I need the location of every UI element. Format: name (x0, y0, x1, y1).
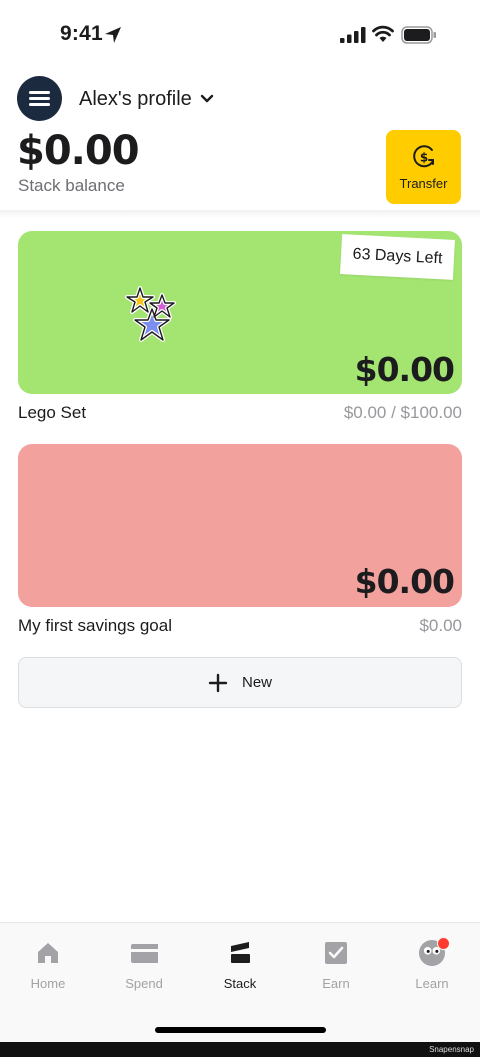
watermark: Snapensnap (429, 1045, 474, 1054)
tab-label: Spend (125, 976, 163, 991)
card-icon (131, 944, 158, 963)
hamburger-icon-line (29, 97, 50, 100)
tab-bar: Home Spend Stack Earn Learn (0, 922, 480, 1042)
cellular-signal-icon (340, 27, 366, 43)
tab-label: Stack (223, 976, 257, 991)
goal-name: Lego Set (18, 403, 87, 422)
tab-earn[interactable]: Earn (288, 941, 384, 1001)
tab-label: Home (30, 976, 66, 991)
plus-icon (208, 673, 228, 692)
stack-balance-label: Stack balance (18, 176, 125, 195)
transfer-button[interactable]: $ Transfer (386, 130, 461, 204)
stack-balance-amount: $0.00 (17, 128, 140, 174)
hamburger-icon-line (29, 91, 50, 94)
chevron-down-icon (200, 94, 213, 103)
tab-label: Earn (322, 976, 350, 991)
tab-learn[interactable]: Learn (384, 940, 480, 1001)
battery-icon (401, 26, 436, 44)
transfer-dollar-icon: $ (413, 145, 434, 168)
goal-progress: $0.00 (419, 616, 462, 635)
new-goal-label: New (241, 674, 272, 691)
home-indicator[interactable] (155, 1027, 326, 1033)
goal-name: My first savings goal (18, 616, 172, 635)
header-divider (0, 210, 480, 218)
profile-name: Alex's profile (79, 87, 192, 110)
svg-text:$: $ (420, 151, 428, 165)
tab-stack[interactable]: Stack (192, 941, 288, 1001)
profile-switcher[interactable]: Alex's profile (79, 85, 214, 113)
bottom-strip (0, 1042, 480, 1057)
notification-badge (437, 937, 450, 950)
menu-button[interactable] (17, 76, 62, 121)
location-arrow-icon (105, 27, 121, 43)
tab-label: Learn (415, 976, 449, 991)
transfer-label: Transfer (399, 176, 448, 191)
home-icon (38, 943, 58, 963)
hamburger-icon-line (29, 103, 50, 106)
goal-amount: $0.00 (354, 350, 455, 389)
tab-spend[interactable]: Spend (96, 941, 192, 1001)
new-goal-button[interactable]: New (18, 657, 462, 708)
tab-home[interactable]: Home (0, 941, 96, 1001)
goal-progress: $0.00 / $100.00 (343, 403, 462, 422)
goal-amount: $0.00 (354, 562, 455, 601)
wifi-icon (372, 25, 394, 42)
status-time: 9:41 (60, 22, 103, 45)
stars-sticker-icon (125, 286, 176, 342)
days-left-tag: 63 Days Left (340, 234, 455, 280)
checkbox-icon (325, 942, 347, 964)
status-bar: 9:41 (0, 0, 480, 62)
stack-icon (231, 942, 250, 963)
